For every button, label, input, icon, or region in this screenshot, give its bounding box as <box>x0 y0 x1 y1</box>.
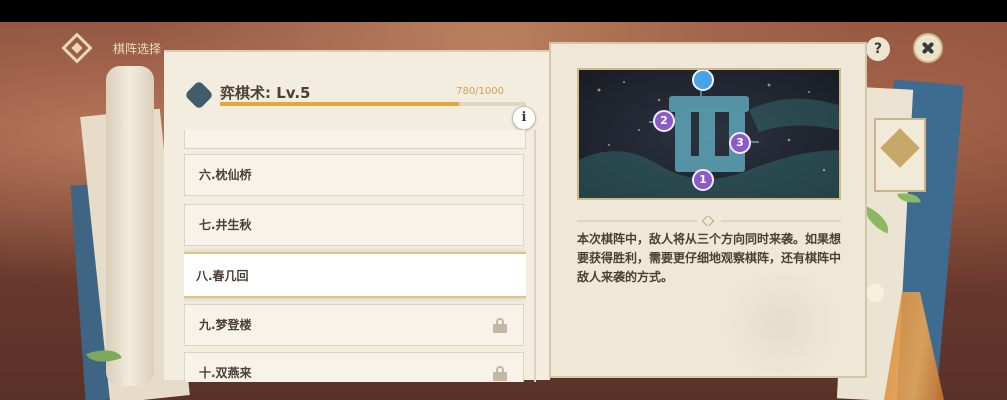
chess-skill-icon <box>184 80 214 110</box>
page-title: 棋阵选择 <box>113 42 162 56</box>
list-scrollbar[interactable] <box>534 130 536 382</box>
top-black-bar <box>0 0 1007 22</box>
wave-marker-1: 1 <box>692 169 714 191</box>
info-button[interactable]: i <box>512 106 536 130</box>
formation-label: 七.井生秋 <box>199 218 252 232</box>
formation-item-10[interactable]: 十.双燕来 <box>184 352 524 382</box>
skill-progress-text: 780/1000 <box>456 86 504 97</box>
formation-label: 十.双燕来 <box>199 366 252 380</box>
ornamental-divider <box>577 216 841 226</box>
tassel-knot-decor <box>866 284 884 302</box>
skill-progress-bar <box>220 102 526 106</box>
bookmark-tag <box>874 118 926 192</box>
formation-item-8[interactable]: 八.春几回 <box>184 252 526 298</box>
formation-list: 六.枕仙桥 七.井生秋 八.春几回 九.梦登楼 十.双燕来 <box>184 130 526 382</box>
close-button[interactable] <box>913 33 943 63</box>
skill-progress-fill <box>220 102 459 106</box>
list-item-partial <box>184 130 526 149</box>
formation-item-6[interactable]: 六.枕仙桥 <box>184 154 524 196</box>
skill-level-title: 弈棋术: Lv.5 <box>220 84 311 102</box>
skill-level-row: 弈棋术: Lv.5 780/1000 <box>184 80 526 112</box>
wave-marker-3: 3 <box>729 132 751 154</box>
wave-marker-2: 2 <box>653 110 675 132</box>
lock-icon <box>493 366 507 381</box>
formation-item-7[interactable]: 七.井生秋 <box>184 204 524 246</box>
formation-detail-page: 1 2 3 本次棋阵中，敌人将从三个方向同时来袭。如果想要获得胜利，需要更仔细地… <box>549 42 867 378</box>
crossed-swords-icon <box>880 128 920 168</box>
formation-map: 1 2 3 <box>577 68 841 200</box>
scroll-roll-decor <box>106 66 154 386</box>
formation-label: 九.梦登楼 <box>199 318 252 332</box>
lock-icon <box>493 318 507 333</box>
formation-label: 八.春几回 <box>196 269 249 283</box>
pagoda-watermark <box>711 274 851 374</box>
formation-item-9[interactable]: 九.梦登楼 <box>184 304 524 346</box>
help-button[interactable]: ? <box>866 37 890 61</box>
formation-label: 六.枕仙桥 <box>199 168 252 182</box>
formation-list-page: 弈棋术: Lv.5 780/1000 i 六.枕仙桥 七.井生秋 八.春几回 九… <box>164 50 550 382</box>
spawn-marker-icon <box>692 70 714 91</box>
